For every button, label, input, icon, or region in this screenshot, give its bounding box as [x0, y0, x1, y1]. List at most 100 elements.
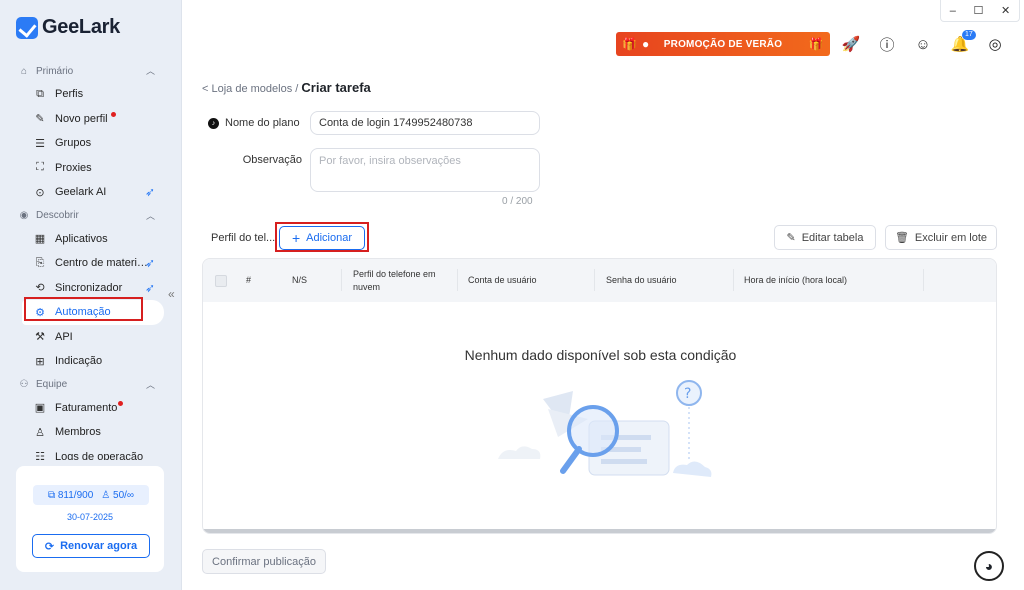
minimize-icon[interactable]: –	[950, 5, 956, 17]
gift-box-icon: 🎁	[622, 37, 638, 51]
subscription-card: ⧉ 811/900 ♙ 50/∞ 30-07-2025 ⟳ Renovar ag…	[16, 466, 164, 572]
sidebar-item-logs[interactable]: ☷ Logs de operação	[0, 445, 182, 460]
col-separator	[457, 269, 458, 291]
alert-dot	[118, 400, 123, 406]
col-index: #	[246, 275, 252, 285]
sidebar-item-centro-materiais[interactable]: ⎘ Centro de materi… ➶	[0, 251, 182, 276]
quota-badge[interactable]: ⧉ 811/900 ♙ 50/∞	[33, 485, 149, 505]
edit-icon: ✎	[35, 113, 45, 126]
collapse-sidebar-icon[interactable]: «	[168, 287, 175, 301]
pencil-icon: ✎	[786, 232, 796, 244]
close-icon[interactable]: ✕	[1001, 4, 1010, 17]
members-quota-value: 50/∞	[113, 489, 135, 501]
team-icon: ⚇	[19, 379, 29, 390]
sidebar-item-label: Centro de materi…	[55, 257, 148, 270]
apps-icon: ▦	[34, 233, 46, 246]
sidebar-item-membros[interactable]: ♙ Membros	[0, 420, 182, 445]
sidebar-item-automacao[interactable]: ⚙ Automação	[22, 300, 164, 325]
col-password: Senha do usuário	[606, 275, 677, 285]
section-descobrir[interactable]: ◉ Descobrir ︿	[0, 205, 182, 227]
billing-icon: ▣	[34, 402, 46, 415]
svg-text:?: ?	[684, 386, 691, 402]
add-label: Adicionar	[306, 232, 353, 244]
breadcrumb-sep: /	[295, 83, 299, 95]
col-cloud-phone: Perfil do telefone em nuvem	[353, 268, 436, 292]
confirm-publish-button[interactable]: Confirmar publicação	[202, 549, 326, 574]
top-toolbar: 🎁 ● PROMOÇÃO DE VERÃO 🎁 🚀 ⓘ ☺ 🔔 17 ◎	[182, 28, 1024, 60]
help-icon[interactable]: ⓘ	[877, 34, 897, 54]
gift-icon: ⊞	[35, 355, 45, 368]
select-all-checkbox[interactable]	[215, 259, 227, 302]
checkbox[interactable]	[215, 274, 227, 287]
assistant-icon[interactable]: ◕	[974, 551, 1004, 581]
breadcrumb: < Loja de modelos / Criar tarefa	[202, 80, 371, 95]
sidebar-item-api[interactable]: ⚒ API	[0, 325, 182, 350]
plan-name-label-row: ♪ Nome do plano	[208, 117, 302, 129]
sidebar-item-geelark-ai[interactable]: ⊙ Geelark AI ➶	[0, 180, 182, 205]
plan-name-input[interactable]: Conta de login 1749952480738	[310, 111, 540, 135]
note-label: Observação	[242, 154, 302, 166]
members-quota: ♙ 50/∞	[101, 489, 135, 501]
breadcrumb-parent[interactable]: < Loja de modelos	[202, 83, 292, 95]
col-separator	[733, 269, 734, 291]
trash-icon: 🗑	[894, 232, 909, 244]
col-separator	[341, 269, 342, 291]
profiles-quota-value: 811/900	[57, 489, 94, 501]
sidebar-item-label: Aplicativos	[55, 232, 108, 245]
app-name: GeeLark	[42, 16, 120, 38]
chevron-up-icon[interactable]: ︿	[146, 378, 155, 391]
char-counter: 0 / 200	[502, 196, 533, 207]
plus-icon: +	[291, 230, 301, 246]
section-label: Descobrir	[36, 210, 79, 221]
bird-icon: ➶	[144, 185, 155, 200]
sidebar-item-label: Membros	[55, 426, 101, 439]
add-profile-button[interactable]: + Adicionar	[279, 226, 365, 250]
expiry-date: 30-07-2025	[66, 512, 114, 522]
table-header: # N/S Perfil do telefone em nuvem Conta …	[203, 259, 996, 302]
chevron-up-icon[interactable]: ︿	[146, 209, 155, 222]
section-primario[interactable]: ⌂ Primário ︿	[0, 60, 182, 82]
profile-label: Perfil do tel...	[211, 232, 276, 244]
support-icon[interactable]: ☺	[913, 34, 933, 54]
sidebar-item-novo-perfil[interactable]: ✎ Novo perfil	[0, 107, 182, 132]
sidebar-item-faturamento[interactable]: ▣ Faturamento	[0, 396, 182, 421]
user-avatar-icon[interactable]: ◎	[985, 34, 1005, 54]
bird-icon: ➶	[144, 256, 155, 271]
plan-name-label: Nome do plano	[225, 117, 300, 129]
maximize-icon[interactable]: ☐	[974, 4, 984, 17]
app-logo[interactable]: GeeLark	[16, 16, 120, 39]
sidebar-item-label: API	[55, 330, 73, 343]
main-panel: – ☐ ✕ 🎁 ● PROMOÇÃO DE VERÃO 🎁 🚀 ⓘ ☺ 🔔 17 …	[182, 0, 1024, 590]
chevron-up-icon[interactable]: ︿	[146, 64, 155, 77]
list-icon: ☰	[35, 137, 45, 150]
promo-banner[interactable]: 🎁 ● PROMOÇÃO DE VERÃO 🎁	[616, 32, 830, 56]
sidebar-item-label: Geelark AI	[55, 186, 107, 199]
bird-icon: ➶	[144, 280, 155, 295]
sidebar-item-grupos[interactable]: ☰ Grupos	[0, 131, 182, 156]
section-label: Equipe	[36, 379, 68, 390]
horizontal-scrollbar[interactable]	[203, 529, 996, 533]
sidebar-item-proxies[interactable]: ⛶ Proxies	[0, 156, 182, 181]
sidebar-item-aplicativos[interactable]: ▦ Aplicativos	[0, 227, 182, 252]
col-start-time: Hora de início (hora local)	[744, 275, 848, 285]
sidebar-item-perfis[interactable]: ⧉ Perfis	[0, 82, 182, 107]
profiles-table: # N/S Perfil do telefone em nuvem Conta …	[202, 258, 997, 534]
bell-icon[interactable]: 🔔 17	[950, 30, 976, 54]
section-label: Primário	[36, 65, 74, 77]
window-controls: – ☐ ✕	[940, 0, 1020, 22]
profiles-icon: ⧉	[36, 87, 44, 100]
home-icon: ⌂	[20, 65, 28, 77]
tiktok-icon: ♪	[208, 117, 219, 129]
note-textarea[interactable]: Por favor, insira observações	[310, 148, 540, 192]
sidebar-item-indicacao[interactable]: ⊞ Indicação	[0, 349, 182, 374]
renew-label: Renovar agora	[60, 540, 138, 552]
section-equipe[interactable]: ⚇ Equipe ︿	[0, 374, 182, 396]
rocket-icon[interactable]: 🚀	[841, 34, 861, 54]
sidebar: GeeLark ⌂ Primário ︿ ⧉ Perfis ✎ Novo per…	[0, 0, 182, 590]
eye-icon: ◉	[19, 210, 29, 221]
sidebar-item-sincronizador[interactable]: ⟲ Sincronizador ➶	[0, 276, 182, 301]
renew-button[interactable]: ⟳ Renovar agora	[32, 534, 150, 558]
bulk-delete-button[interactable]: 🗑 Excluir em lote	[885, 225, 997, 250]
edit-table-button[interactable]: ✎ Editar tabela	[774, 225, 876, 250]
gift-box-icon: 🎁	[808, 37, 824, 51]
